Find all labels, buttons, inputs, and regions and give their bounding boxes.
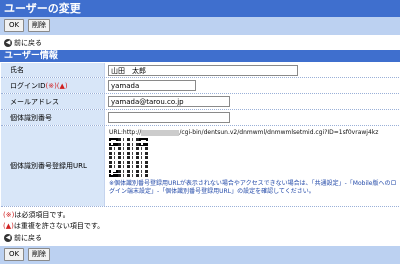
unique-footnote: (▲)は重複を許さない項目です。 — [3, 222, 105, 230]
bottom-button-bar: OK 削除 — [0, 246, 400, 264]
device-id-field[interactable] — [108, 112, 230, 123]
page-title: ユーザーの変更 — [0, 0, 400, 17]
delete-button[interactable]: 削除 — [28, 248, 50, 261]
registration-url: URL:http:///cgi-bin/dentsun.v2/dnmwml/dn… — [109, 129, 379, 136]
back-arrow-icon: ◀ — [4, 39, 12, 47]
login-id-label: ログインID (※)(▲) — [1, 78, 104, 93]
ok-button[interactable]: OK — [4, 19, 24, 32]
row-device-id: 個体識別番号 — [1, 110, 399, 126]
required-footnote: (※)は必須項目です。 — [3, 211, 70, 219]
back-link-bottom[interactable]: ◀ 前に戻る — [4, 233, 42, 243]
email-field[interactable] — [108, 96, 230, 107]
back-link-top[interactable]: ◀ 前に戻る — [4, 38, 42, 48]
row-device-url: 個体識別番号登録用URL URL:http:///cgi-bin/dentsun… — [1, 126, 399, 207]
top-button-bar: OK 削除 — [0, 17, 400, 35]
device-url-label: 個体識別番号登録用URL — [1, 126, 104, 206]
login-id-field[interactable] — [108, 80, 196, 91]
email-label: メールアドレス — [1, 94, 104, 109]
section-header: ユーザー情報 — [0, 50, 400, 62]
redacted-host — [141, 129, 180, 136]
device-id-label: 個体識別番号 — [1, 110, 104, 125]
name-field[interactable] — [108, 65, 298, 76]
row-email: メールアドレス — [1, 94, 399, 110]
delete-button[interactable]: 削除 — [28, 19, 50, 32]
row-name: 氏名 — [1, 63, 399, 78]
back-arrow-icon: ◀ — [4, 234, 12, 242]
required-unique-mark: (※)(▲) — [45, 81, 68, 90]
qr-code-image — [109, 138, 148, 177]
url-help-note: ※個体識別番号登録用URLが表示されない場合やアクセスできない場合は、「共通設定… — [109, 180, 397, 195]
name-label: 氏名 — [1, 63, 104, 77]
row-login-id: ログインID (※)(▲) — [1, 78, 399, 94]
back-link-label: 前に戻る — [14, 234, 42, 242]
ok-button[interactable]: OK — [4, 248, 24, 261]
back-link-label: 前に戻る — [14, 39, 42, 47]
